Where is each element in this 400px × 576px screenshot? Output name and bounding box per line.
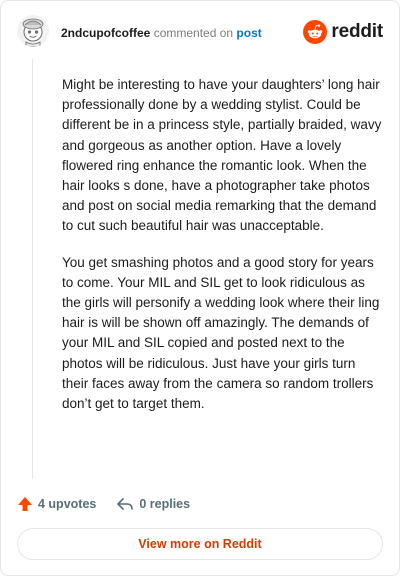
commented-text: commented on: [153, 26, 234, 40]
upvote-arrow-icon: [18, 497, 32, 511]
comment-card: 2ndcupofcoffee commented on post reddit …: [0, 0, 400, 576]
upvote-button[interactable]: 4 upvotes: [17, 496, 96, 512]
comment-paragraph: You get smashing photos and a good story…: [62, 254, 380, 412]
upvote-count: 4 upvotes: [38, 497, 97, 511]
username[interactable]: 2ndcupofcoffee: [61, 26, 150, 40]
reddit-brand[interactable]: reddit: [303, 20, 383, 44]
brand-name: reddit: [331, 21, 383, 42]
comment-meta: 2ndcupofcoffee commented on post: [61, 26, 262, 40]
avatar[interactable]: [17, 15, 49, 47]
thread-line[interactable]: [32, 59, 33, 479]
reply-button[interactable]: 0 replies: [116, 496, 190, 512]
comment-actions: 4 upvotes 0 replies: [17, 493, 190, 515]
comment-paragraph: Might be interesting to have your daught…: [62, 77, 382, 234]
reply-count: 0 replies: [139, 497, 191, 511]
comment-header: 2ndcupofcoffee commented on post reddit: [17, 15, 383, 51]
post-link[interactable]: post: [236, 26, 261, 40]
view-more-button[interactable]: View more on Reddit: [17, 528, 383, 560]
reddit-logo-icon: [303, 20, 328, 44]
reply-arrow-icon: [117, 498, 134, 510]
comment-body: Might be interesting to have your daught…: [62, 75, 384, 430]
snoo-avatar-icon: [17, 15, 49, 47]
